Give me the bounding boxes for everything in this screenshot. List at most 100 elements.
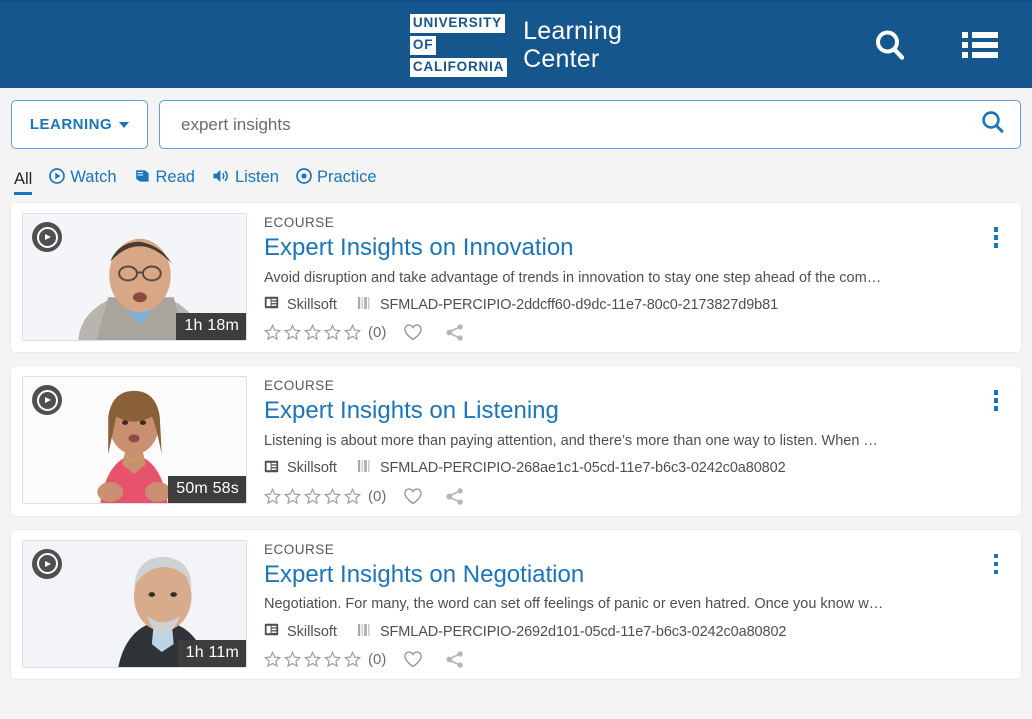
asset-id: SFMLAD-PERCIPIO-268ae1c1-05cd-11e7-b6c3-… xyxy=(379,460,786,477)
result-title-link[interactable]: Expert Insights on Listening xyxy=(264,397,559,425)
app-header: UNIVERSITY OF CALIFORNIA Learning Center xyxy=(0,0,1032,88)
search-input[interactable] xyxy=(179,113,980,136)
app-title: Learning Center xyxy=(523,17,622,73)
star-icon xyxy=(304,324,321,341)
tab-watch[interactable]: Watch xyxy=(49,167,117,196)
share-icon[interactable] xyxy=(445,650,465,669)
star-icon xyxy=(344,651,361,668)
rating-count: (0) xyxy=(368,324,387,342)
result-card[interactable]: 1h 11m ECOURSE Expert Insights on Negoti… xyxy=(11,529,1021,680)
header-actions xyxy=(872,2,1032,88)
brand-lockup[interactable]: UNIVERSITY OF CALIFORNIA Learning Center xyxy=(409,13,622,77)
result-card[interactable]: 50m 58s ECOURSE Expert Insights on Liste… xyxy=(11,366,1021,516)
star-icon xyxy=(284,324,301,341)
content-type-tabs: All Watch Read Listen Practice xyxy=(0,158,1032,195)
play-circle-icon xyxy=(49,167,66,188)
star-icon xyxy=(284,487,301,505)
star-rating[interactable] xyxy=(264,651,361,668)
result-title-link[interactable]: Expert Insights on Negotiation xyxy=(264,561,584,589)
kebab-menu-icon[interactable] xyxy=(990,223,1003,252)
share-icon[interactable] xyxy=(445,487,465,506)
rating-count: (0) xyxy=(368,487,387,505)
result-description: Avoid disruption and take advantage of t… xyxy=(264,269,882,286)
search-icon[interactable] xyxy=(872,27,908,63)
star-icon xyxy=(344,487,361,505)
rating-count: (0) xyxy=(368,651,387,669)
search-scope-label: LEARNING xyxy=(29,116,113,133)
result-actions: (0) xyxy=(264,323,1011,342)
uc-logo: UNIVERSITY OF CALIFORNIA xyxy=(409,13,508,77)
result-details: ECOURSE Expert Insights on Innovation Av… xyxy=(247,213,1011,342)
search-bar: LEARNING xyxy=(0,88,1032,158)
uc-logo-line-3: CALIFORNIA xyxy=(409,57,508,77)
tab-all-label: All xyxy=(14,169,33,188)
speaker-icon xyxy=(212,168,230,188)
provider-name: Skillsoft xyxy=(287,460,337,477)
result-thumbnail[interactable]: 50m 58s xyxy=(22,376,247,505)
asset-id: SFMLAD-PERCIPIO-2692d101-05cd-11e7-b6c3-… xyxy=(379,623,787,640)
provider-name: Skillsoft xyxy=(287,623,337,640)
star-icon xyxy=(324,651,341,668)
result-actions: (0) xyxy=(264,487,1011,506)
barcode-icon xyxy=(357,296,372,314)
result-thumbnail[interactable]: 1h 11m xyxy=(22,539,247,668)
provider-icon xyxy=(264,622,279,641)
result-thumbnail[interactable]: 1h 18m xyxy=(22,213,247,341)
result-type-label: ECOURSE xyxy=(264,378,335,394)
barcode-icon xyxy=(357,623,372,641)
result-actions: (0) xyxy=(264,650,1011,669)
result-description: Listening is about more than paying atte… xyxy=(264,433,878,450)
star-rating[interactable] xyxy=(264,324,361,341)
chevron-down-icon xyxy=(119,121,130,128)
app-title-line-1: Learning xyxy=(523,17,623,45)
result-card[interactable]: 1h 18m ECOURSE Expert Insights on Innova… xyxy=(11,203,1021,353)
tab-all[interactable]: All xyxy=(14,169,33,195)
asset-id: SFMLAD-PERCIPIO-2ddcff60-d9dc-11e7-80c0-… xyxy=(379,296,779,313)
result-details: ECOURSE Expert Insights on Negotiation N… xyxy=(247,540,1011,669)
result-meta: Skillsoft SFMLAD-PERCIPIO-2692d101-05cd-… xyxy=(264,622,1011,641)
star-icon xyxy=(264,487,281,505)
star-icon xyxy=(344,324,361,341)
app-title-line-2: Center xyxy=(523,45,600,73)
uc-logo-line-1: UNIVERSITY xyxy=(409,13,505,33)
tab-listen[interactable]: Listen xyxy=(212,168,279,196)
result-details: ECOURSE Expert Insights on Listening Lis… xyxy=(247,376,1011,505)
star-icon xyxy=(284,651,301,668)
result-description: Negotiation. For many, the word can set … xyxy=(264,596,884,613)
provider-icon xyxy=(264,295,279,314)
search-scope-dropdown[interactable]: LEARNING xyxy=(11,100,148,149)
search-field-wrapper[interactable] xyxy=(159,100,1021,149)
provider-icon xyxy=(264,459,279,478)
provider-name: Skillsoft xyxy=(287,296,337,313)
search-results-list: 1h 18m ECOURSE Expert Insights on Innova… xyxy=(0,195,1032,680)
star-rating[interactable] xyxy=(264,487,361,505)
tab-read[interactable]: Read xyxy=(134,168,195,196)
barcode-icon xyxy=(357,459,372,477)
result-type-label: ECOURSE xyxy=(264,541,335,557)
result-meta: Skillsoft SFMLAD-PERCIPIO-268ae1c1-05cd-… xyxy=(264,459,1011,478)
star-icon xyxy=(324,487,341,505)
list-menu-icon[interactable] xyxy=(962,30,998,60)
tab-practice-label: Practice xyxy=(316,168,377,186)
book-icon xyxy=(134,168,151,188)
tab-listen-label: Listen xyxy=(234,168,279,186)
play-circle-icon[interactable] xyxy=(32,222,62,252)
share-icon[interactable] xyxy=(445,323,465,342)
play-circle-icon[interactable] xyxy=(32,548,62,579)
star-icon xyxy=(304,487,321,505)
result-meta: Skillsoft SFMLAD-PERCIPIO-2ddcff60-d9dc-… xyxy=(264,295,1011,314)
result-title-link[interactable]: Expert Insights on Innovation xyxy=(264,234,574,262)
target-circle-icon xyxy=(296,167,312,188)
star-icon xyxy=(304,651,321,668)
tab-read-label: Read xyxy=(155,168,195,186)
kebab-menu-icon[interactable] xyxy=(990,550,1003,579)
search-submit-icon[interactable] xyxy=(980,109,1006,140)
heart-icon[interactable] xyxy=(403,323,423,342)
kebab-menu-icon[interactable] xyxy=(990,386,1003,415)
tab-practice[interactable]: Practice xyxy=(296,167,377,196)
duration-badge: 1h 18m xyxy=(176,313,246,340)
tab-watch-label: Watch xyxy=(70,168,117,186)
star-icon xyxy=(264,324,281,341)
heart-icon[interactable] xyxy=(403,650,423,669)
heart-icon[interactable] xyxy=(403,487,423,506)
